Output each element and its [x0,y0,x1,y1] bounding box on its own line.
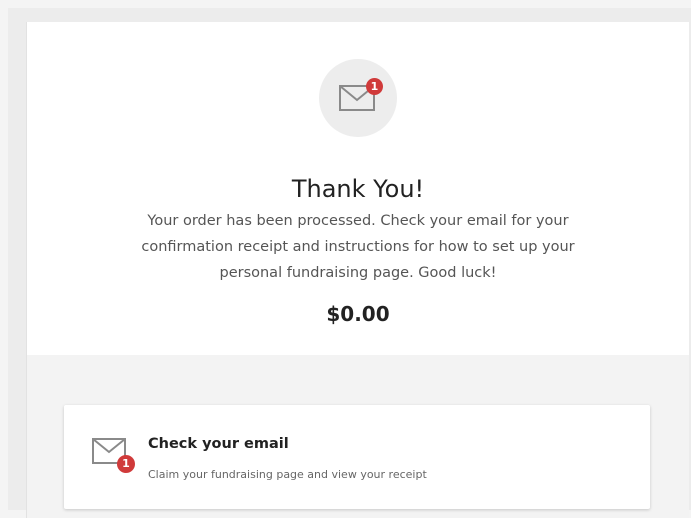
notification-badge: 1 [117,455,135,473]
confirmation-card: 1 Thank You! Your order has been process… [26,22,689,518]
next-steps-section: 1 Check your email Claim your fundraisin… [27,355,689,518]
thank-you-section: 1 Thank You! Your order has been process… [27,22,689,355]
page-frame: 1 Thank You! Your order has been process… [8,8,691,518]
confirmation-message: Your order has been processed. Check you… [141,213,575,281]
check-email-card[interactable]: 1 Check your email Claim your fundraisin… [64,405,650,509]
notification-badge: 1 [366,78,383,95]
check-email-title: Check your email [148,436,289,452]
check-email-description: Claim your fundraising page and view you… [148,468,427,481]
order-amount: $0.00 [326,302,390,326]
page-title: Thank You! [291,175,425,203]
email-icon-circle: 1 [319,59,397,137]
